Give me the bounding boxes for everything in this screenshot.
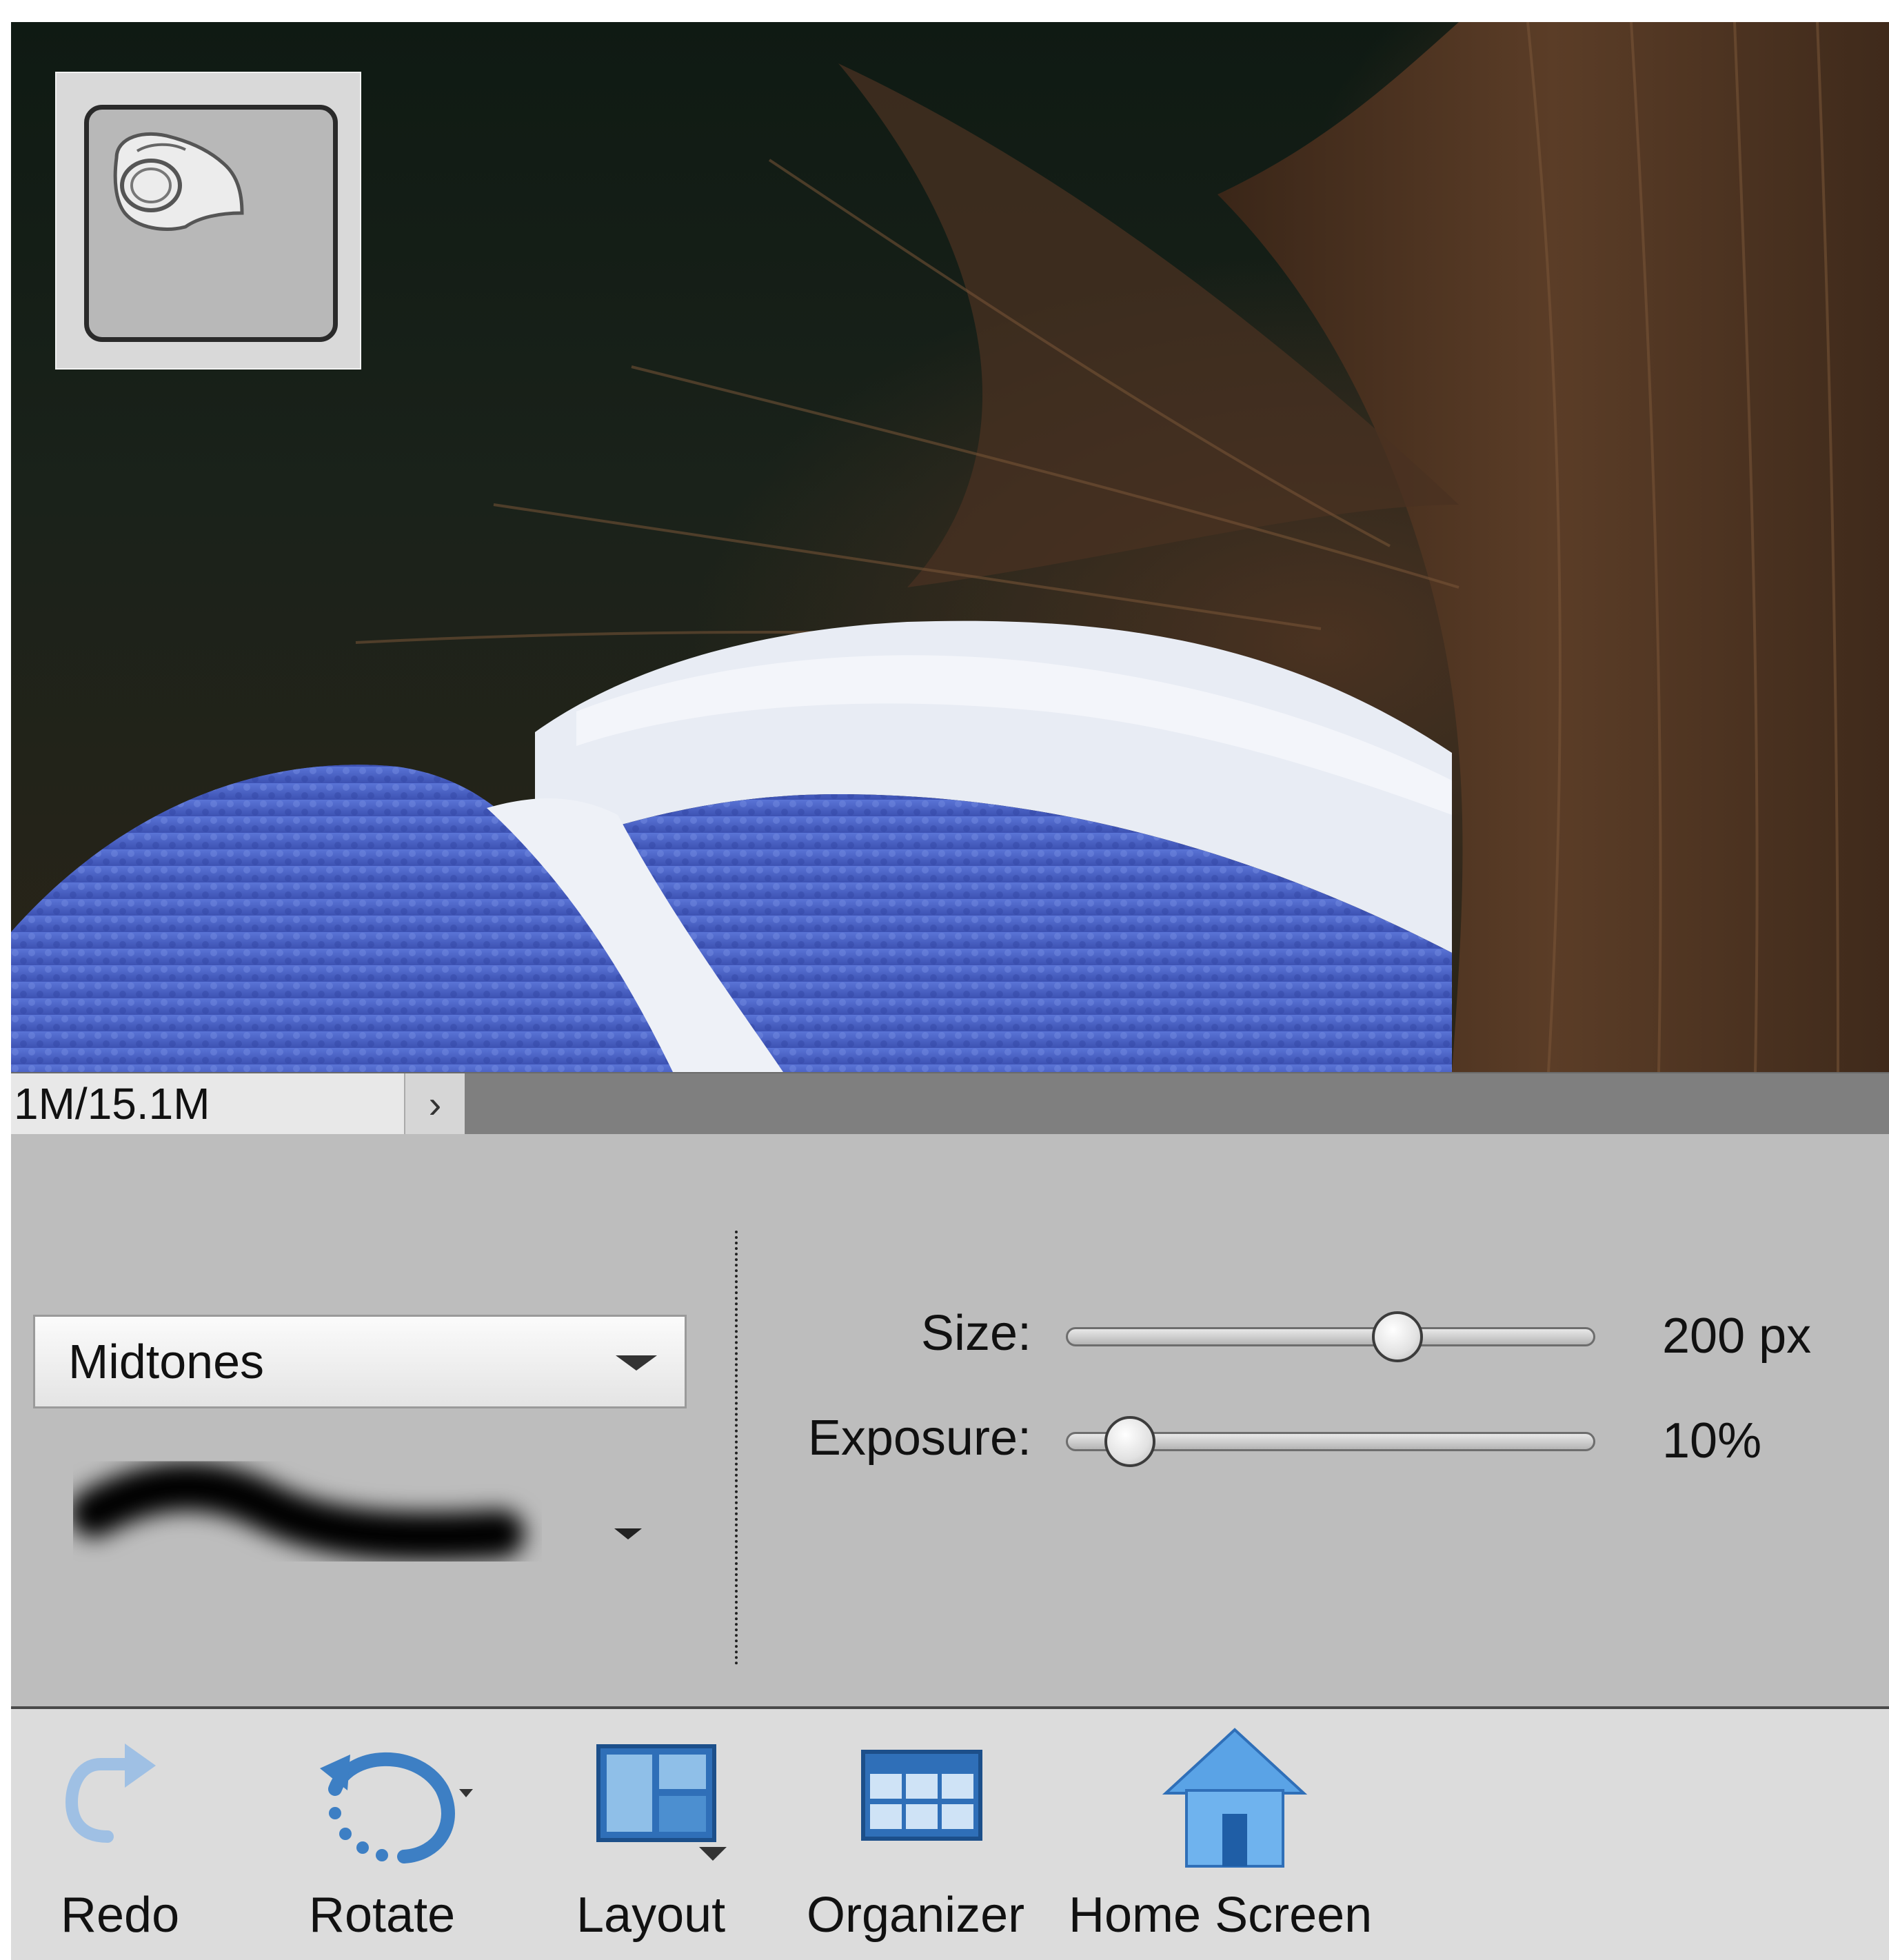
document-size-readout: 1M/15.1M <box>11 1073 404 1134</box>
image-canvas[interactable] <box>11 22 1889 1072</box>
hand-tool-indicator <box>55 72 361 370</box>
layout-button[interactable]: Layout <box>563 1709 756 1960</box>
rotate-label: Rotate <box>309 1888 456 1943</box>
organizer-button[interactable]: Organizer <box>797 1709 1045 1960</box>
organizer-icon <box>861 1750 982 1841</box>
redo-label: Redo <box>61 1888 180 1943</box>
home-screen-button[interactable]: Home Screen <box>1059 1709 1417 1960</box>
size-label: Size: <box>920 1306 1031 1361</box>
range-dropdown[interactable]: Midtones <box>33 1315 687 1408</box>
rotate-button[interactable]: Rotate <box>294 1709 514 1960</box>
redo-icon <box>65 1744 156 1843</box>
status-menu-arrow-icon[interactable]: › <box>404 1073 465 1134</box>
document-size-text: 1M/15.1M <box>14 1079 210 1129</box>
exposure-label: Exposure: <box>807 1411 1031 1466</box>
status-bar: 1M/15.1M › <box>11 1072 1889 1134</box>
size-slider-knob[interactable] <box>1372 1311 1424 1362</box>
chevron-down-icon <box>616 1355 657 1371</box>
organizer-label: Organizer <box>807 1888 1025 1943</box>
range-dropdown-value: Midtones <box>68 1335 265 1388</box>
brush-picker-arrow-icon[interactable] <box>614 1528 642 1539</box>
layout-label: Layout <box>576 1888 726 1943</box>
size-value: 200 px <box>1662 1309 1812 1364</box>
exposure-value: 10% <box>1662 1413 1762 1468</box>
size-slider[interactable] <box>1066 1327 1595 1346</box>
app-frame: 1M/15.1M › Midtones Size: 200 px Exposur… <box>11 22 1889 1960</box>
bottom-toolbar: Redo Rotate Layout Organizer Home Screen <box>11 1706 1889 1960</box>
brush-preview[interactable] <box>73 1451 542 1589</box>
rotate-icon <box>320 1752 473 1863</box>
exposure-slider-knob[interactable] <box>1104 1416 1155 1467</box>
redo-button[interactable]: Redo <box>39 1709 180 1960</box>
options-divider <box>735 1231 738 1665</box>
hand-tool-button[interactable] <box>84 105 338 342</box>
tool-options-panel: Midtones Size: 200 px Exposure: 10% <box>11 1134 1889 1706</box>
home-screen-label: Home Screen <box>1069 1888 1373 1943</box>
home-icon <box>1162 1728 1308 1868</box>
hand-icon <box>113 132 244 231</box>
layout-icon <box>596 1744 727 1861</box>
